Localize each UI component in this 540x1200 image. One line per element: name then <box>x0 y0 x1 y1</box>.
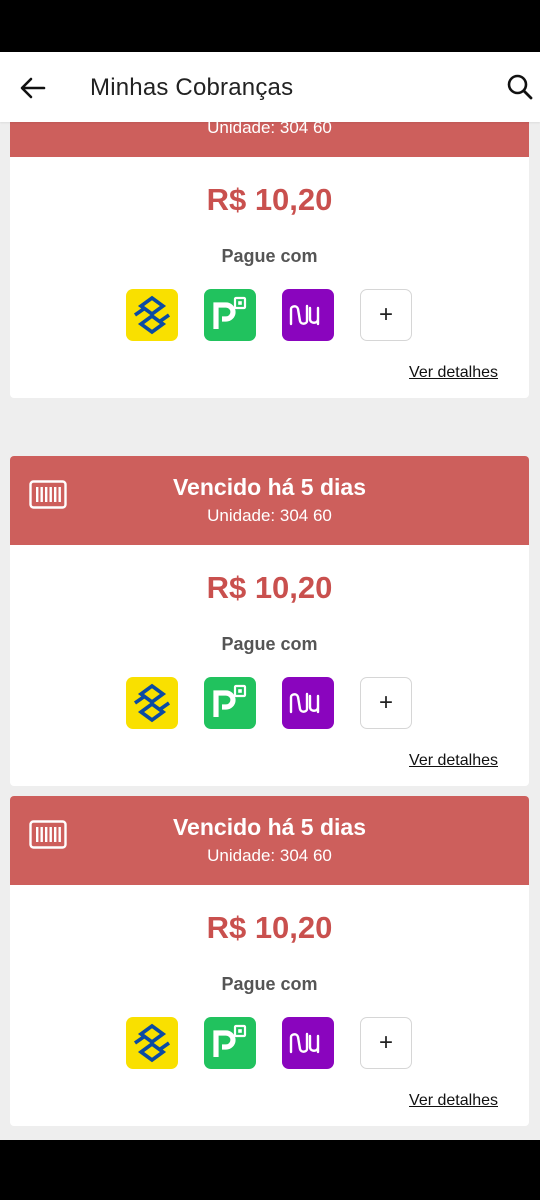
app-bar: Minhas Cobranças <box>0 52 540 122</box>
pay-picpay-button[interactable] <box>204 677 256 729</box>
picpay-logo-icon <box>213 684 247 717</box>
picpay-logo-icon <box>213 296 247 329</box>
search-button[interactable] <box>505 72 535 102</box>
pay-nubank-button[interactable] <box>282 1017 334 1069</box>
charge-amount: R$ 10,20 <box>206 182 333 217</box>
pay-picpay-button[interactable] <box>204 1017 256 1069</box>
payment-methods-row: + <box>126 289 412 341</box>
view-details-link[interactable]: Ver detalhes <box>409 1092 498 1110</box>
plus-icon: + <box>378 1029 393 1056</box>
pay-with-label: Pague com <box>221 974 318 994</box>
charge-card[interactable]: Vencido há 5 dias Unidade: 304 60 R$ 10,… <box>10 796 529 1126</box>
payment-methods-row: + <box>126 677 412 729</box>
charge-card-header: Vencido há 5 dias Unidade: 304 60 <box>10 456 529 545</box>
status-bar <box>0 0 540 52</box>
nubank-logo-icon <box>289 1032 320 1054</box>
more-payment-options-button[interactable]: + <box>360 289 412 341</box>
page-title: Minhas Cobranças <box>90 74 294 101</box>
charge-unit: Unidade: 304 60 <box>207 846 332 865</box>
charge-card[interactable]: Vencido há 5 dias Unidade: 304 60 R$ 10,… <box>10 456 529 786</box>
plus-icon: + <box>378 689 393 716</box>
pay-picpay-button[interactable] <box>204 289 256 341</box>
charge-amount: R$ 10,20 <box>206 910 333 945</box>
payment-methods-row: + <box>126 1017 412 1069</box>
nubank-logo-icon <box>289 304 320 326</box>
charge-amount: R$ 10,20 <box>206 570 333 605</box>
banco-do-brasil-logo-icon <box>133 295 171 335</box>
banco-do-brasil-logo-icon <box>133 1023 171 1063</box>
view-details-link[interactable]: Ver detalhes <box>409 752 498 770</box>
pay-banco-do-brasil-button[interactable] <box>126 1017 178 1069</box>
charge-unit: Unidade: 304 60 <box>207 506 332 525</box>
more-payment-options-button[interactable]: + <box>360 677 412 729</box>
pay-with-label: Pague com <box>221 634 318 654</box>
arrow-left-icon <box>20 77 46 99</box>
charges-list[interactable]: Vencido há 5 dias Unidade: 304 60 R$ 10,… <box>0 122 540 1140</box>
back-button[interactable] <box>18 73 48 103</box>
search-icon <box>507 74 533 100</box>
charge-status: Vencido há 5 dias <box>172 814 367 840</box>
plus-icon: + <box>378 301 393 328</box>
charge-unit: Unidade: 304 60 <box>207 122 332 137</box>
charge-card-header: Vencido há 5 dias Unidade: 304 60 <box>10 122 529 157</box>
pay-nubank-button[interactable] <box>282 677 334 729</box>
pay-banco-do-brasil-button[interactable] <box>126 677 178 729</box>
view-details-link[interactable]: Ver detalhes <box>409 364 498 382</box>
navigation-bar <box>0 1140 540 1200</box>
pay-banco-do-brasil-button[interactable] <box>126 289 178 341</box>
nubank-logo-icon <box>289 692 320 714</box>
picpay-logo-icon <box>213 1024 247 1057</box>
charge-card[interactable]: Vencido há 5 dias Unidade: 304 60 R$ 10,… <box>10 122 529 398</box>
pay-nubank-button[interactable] <box>282 289 334 341</box>
pay-with-label: Pague com <box>221 246 318 266</box>
more-payment-options-button[interactable]: + <box>360 1017 412 1069</box>
charge-card-header: Vencido há 5 dias Unidade: 304 60 <box>10 796 529 885</box>
banco-do-brasil-logo-icon <box>133 683 171 723</box>
charge-status: Vencido há 5 dias <box>172 474 367 500</box>
